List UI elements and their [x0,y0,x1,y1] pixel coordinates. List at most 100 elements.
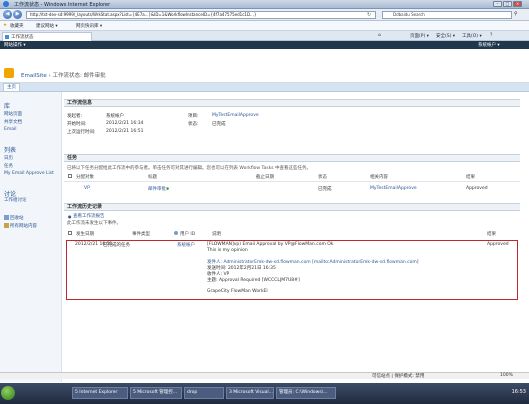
safety-menu[interactable]: 安全(S) ▾ [436,33,455,39]
status-label: 状态: [188,122,199,127]
tab-label: 工作流状态 [11,35,34,40]
breadcrumb-separator: › [48,73,51,79]
nav-home-tab[interactable]: 主页 [3,83,20,91]
history-row-user[interactable]: 系统帐户 [177,242,195,248]
history-heading: 工作流历史记录 [64,203,520,211]
history-select-all-checkbox[interactable] [68,231,72,235]
taskbar-btn-drop[interactable]: drop [184,387,224,399]
window-titlebar: 工作流状态 - Windows Internet Explorer – □ × [0,0,529,9]
help-menu[interactable]: ? [490,33,492,38]
search-icon[interactable]: ⚲ [514,11,518,17]
minimize-button[interactable]: – [493,1,502,7]
initiator-label: 发起者: [67,114,83,119]
ie-logo-icon [3,1,9,7]
new-item-icon: ✱ [166,186,170,191]
address-input[interactable]: http://tst-dev-sd:9999/_layouts/WrkStat.… [26,11,376,19]
site-actions-menu[interactable]: 网站操作 ▾ [4,42,26,48]
tasks-col-assignee[interactable]: 分配对象 [76,174,94,180]
fav-item-webslice[interactable]: 网页快讯库 ▾ [76,23,102,29]
ql-item-email-approve-list[interactable]: My Email Approve List [4,171,54,176]
ql-item-email[interactable]: Email [4,127,17,132]
zoom-level[interactable]: 100% [500,373,513,378]
ie-status-bar: 可信站点 | 保护模式: 禁用 100% [0,372,529,379]
user-menu[interactable]: 系统帐户 ▾ [478,42,500,48]
ql-item-team-discussion[interactable]: 工作组讨论 [4,197,27,203]
report-icon: ● [68,214,72,219]
favorites-star-icon[interactable]: ★ [3,23,7,28]
tasks-description: 已将以下任务分配给此工作流中的参与者。单击任务可对其进行编辑。您也可以在列表 W… [67,166,312,171]
start-button[interactable] [1,386,15,400]
fav-item-suggested[interactable]: 建议网站 ▾ [36,23,58,29]
tasks-select-all-checkbox[interactable] [68,174,72,178]
ql-recycle-label: 回收站 [10,216,24,221]
ql-all-content[interactable]: 所有网站内容 [4,223,37,229]
lastrun-value: 2012/2/21 16:51 [106,129,144,134]
sp-topbar: 网站操作 ▾ 系统帐户 ▾ [0,41,529,49]
item-link[interactable]: MyTestEmailApprove [212,113,259,118]
tasks-col-title[interactable]: 标题 [148,174,157,180]
breadcrumb: EmailSite › 工作流状态: 邮件审批 [21,71,106,79]
tasks-heading: 任务 [64,154,520,162]
history-col-user[interactable]: 用户 ID [180,231,195,237]
taskbar-btn-cmd[interactable]: 管理员: C:\Windows\... [276,387,336,399]
task-row-assignee[interactable]: VP [84,186,90,191]
clock[interactable]: 16:53 [512,389,526,395]
history-col-outcome[interactable]: 结果 [487,231,496,237]
security-zone[interactable]: 可信站点 | 保护模式: 禁用 [372,373,424,379]
history-note: 此工作流未发生以下事件。 [67,221,121,226]
taskbar-btn-mmc[interactable]: 5 Microsoft 管理控... [130,387,182,399]
tasks-header-rule [64,181,520,182]
task-row-title[interactable]: 邮件审批 [148,186,166,192]
favorites-bar: ★ 收藏夹 建议网站 ▾ 网页快讯库 ▾ [0,21,529,31]
view-workflow-report-link[interactable]: 查看工作流报告 [73,213,105,219]
page-icon [5,35,9,39]
history-row-desc-line-9: GrapeCity FlowMan WorkEl [207,289,268,294]
task-row-outcome: Approved [466,186,488,191]
home-icon[interactable]: ⌂ [378,33,381,38]
history-row-desc-line-1: [FLOWMAN]vp) Email Approval by VP@FlowMa… [207,242,334,247]
history-row-outcome: Approved [487,242,509,247]
history-col-description[interactable]: 说明 [212,231,221,237]
tab-row: 工作流状态 ⌂ 页面(P) ▾ 安全(S) ▾ 工具(O) ▾ ? [0,31,529,41]
task-row-related[interactable]: MyTestEmailApprove [370,186,417,191]
maximize-button[interactable]: □ [503,1,512,7]
tab-workflow-status[interactable]: 工作流状态 [2,32,92,41]
top-nav: 主页 [0,83,529,92]
main-content: 工作流信息 发起者: 系统帐户 项目: MyTestEmailApprove 开… [64,92,524,382]
close-button[interactable]: × [513,1,522,7]
ql-heading-lists[interactable]: 列表 [4,145,16,154]
taskbar-btn-vs[interactable]: 3 Microsoft Visual... [226,387,274,399]
task-row-status: 已完成 [318,187,332,192]
started-label: 开始时间: [67,122,87,127]
back-icon[interactable]: ◀ [3,10,12,19]
tasks-col-status[interactable]: 状态 [318,174,327,180]
tools-menu[interactable]: 工具(O) ▾ [462,33,482,39]
ql-item-shared-docs[interactable]: 共享文档 [4,119,22,125]
history-col-date[interactable]: 发生日期 [76,231,94,237]
tasks-col-outcome[interactable]: 结果 [466,174,475,180]
tasks-col-related[interactable]: 相关内容 [370,174,388,180]
favorites-button[interactable]: 收藏夹 [10,23,24,29]
history-row-desc-line-2: This is my opinion [207,248,248,253]
history-col-event[interactable]: 事件类型 [132,231,150,237]
ql-all-content-label: 所有网站内容 [10,224,37,229]
tasks-col-due[interactable]: 截止日期 [256,174,274,180]
ql-heading-libraries[interactable]: 库 [4,101,10,110]
taskbar-btn-ie[interactable]: 5 Internet Explorer [72,387,128,399]
status-value: 已完成 [212,122,226,127]
breadcrumb-site[interactable]: EmailSite [21,73,47,79]
ql-item-calendar[interactable]: 日历 [4,155,13,161]
forward-icon[interactable]: ▶ [13,10,22,19]
user-icon [174,231,178,235]
all-content-icon [4,223,9,228]
ql-item-site-pages[interactable]: 网站页面 [4,111,22,117]
history-row-desc-line-7: 主题: Approval Required [WCCCLJM7U8#] [207,278,300,283]
page-menu[interactable]: 页面(P) ▾ [410,33,429,39]
ql-item-tasks[interactable]: 任务 [4,163,13,169]
item-label: 项目: [188,114,199,119]
ql-recycle-bin[interactable]: 回收站 [4,215,24,221]
workflow-info-heading: 工作流信息 [64,99,520,107]
refresh-icon[interactable]: ↻ [367,12,371,18]
started-value: 2012/2/21 16:34 [106,121,144,126]
search-input[interactable]: Ddbaidu Search [382,11,512,19]
